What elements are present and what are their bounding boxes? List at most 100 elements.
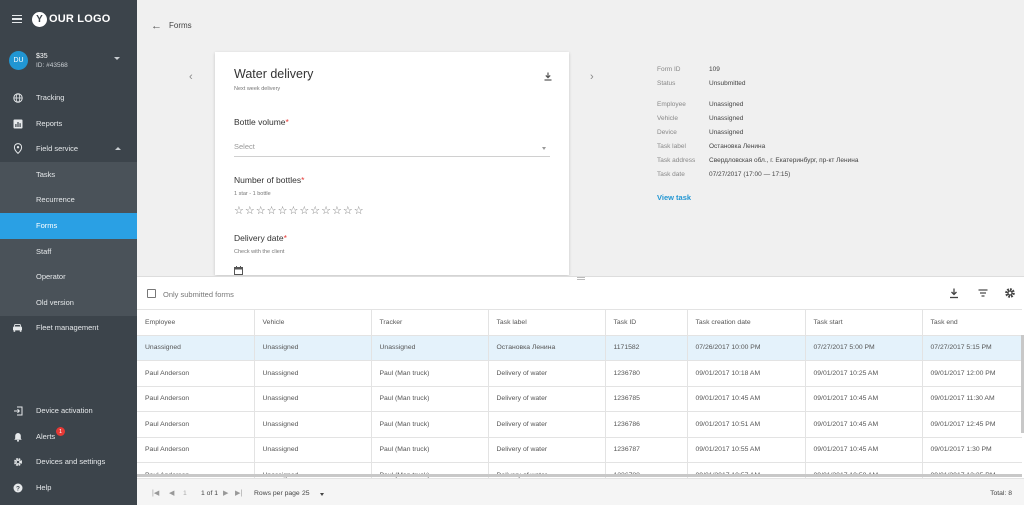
detail-value: 07/27/2017 (17:00 — 17:15) <box>709 171 791 178</box>
page-input[interactable]: 1 <box>183 490 187 497</box>
arrow-left-icon[interactable]: ← <box>151 20 162 32</box>
first-page-icon[interactable]: |◀ <box>152 489 159 497</box>
star-icon[interactable]: ☆ <box>332 206 342 217</box>
chevron-down-icon[interactable] <box>320 493 324 496</box>
sidebar-item-device-activation[interactable]: Device activation <box>0 398 137 424</box>
sidebar-item-alerts[interactable]: Alerts 1 <box>0 424 137 450</box>
sidebar-item-recurrence[interactable]: Recurrence <box>0 187 137 213</box>
star-icon[interactable]: ☆ <box>245 206 255 217</box>
filter-icon[interactable] <box>977 287 989 299</box>
chevron-up-icon <box>115 147 121 150</box>
sidebar-item-tracking[interactable]: Tracking <box>0 85 137 111</box>
table-row[interactable]: Paul AndersonUnassignedPaul (Man truck)D… <box>137 360 1022 387</box>
star-rating[interactable]: ☆ ☆ ☆ ☆ ☆ ☆ ☆ ☆ ☆ ☆ ☆ ☆ <box>234 206 364 217</box>
main-content: ← Forms ‹ › Water delivery Next week del… <box>137 0 1024 505</box>
required-mark: * <box>285 117 289 127</box>
download-icon[interactable] <box>544 72 552 81</box>
sidebar-item-label: Fleet management <box>36 323 99 333</box>
sidebar-item-reports[interactable]: Reports <box>0 111 137 137</box>
settings-icon[interactable] <box>1004 287 1016 299</box>
table-cell: Delivery of water <box>488 360 606 387</box>
sidebar-item-tasks[interactable]: Tasks <box>0 162 137 188</box>
sidebar-item-staff[interactable]: Staff <box>0 239 137 265</box>
star-icon[interactable]: ☆ <box>256 206 266 217</box>
previous-page-icon[interactable]: ◀ <box>169 489 174 497</box>
star-icon[interactable]: ☆ <box>267 206 277 217</box>
sidebar-item-label: Old version <box>36 298 74 308</box>
form-preview-card: Water delivery Next week delivery Bottle… <box>215 52 569 275</box>
column-header[interactable]: Vehicle <box>254 309 372 336</box>
sidebar-item-fleet-management[interactable]: Fleet management <box>0 315 137 341</box>
table-row[interactable]: Paul AndersonUnassignedPaul (Man truck)D… <box>137 386 1022 412</box>
detail-key: Vehicle <box>657 115 678 122</box>
sidebar-item-operator[interactable]: Operator <box>0 264 137 290</box>
menu-icon[interactable] <box>12 15 22 23</box>
table-row[interactable]: Unassigned Unassigned Unassigned Остановка … <box>137 335 1022 361</box>
download-icon[interactable] <box>948 287 960 299</box>
column-header[interactable]: Task end <box>922 309 1022 336</box>
resize-handle[interactable] <box>577 277 585 280</box>
help-icon: ? <box>12 482 23 493</box>
sidebar-item-label: Reports <box>36 119 63 129</box>
column-header[interactable]: Tracker <box>371 309 489 336</box>
detail-key: Task label <box>657 143 686 150</box>
detail-key: Employee <box>657 101 686 108</box>
sidebar-item-help[interactable]: ? Help <box>0 475 137 501</box>
sidebar-item-label: Forms <box>36 221 58 231</box>
delivery-date-label: Delivery date* <box>234 233 287 243</box>
table-cell: Unassigned <box>254 335 372 361</box>
star-icon[interactable]: ☆ <box>354 206 364 217</box>
sidebar-item-label: Devices and settings <box>36 457 106 467</box>
table-cell: 09/01/2017 10:45 AM <box>805 437 923 463</box>
star-icon[interactable]: ☆ <box>343 206 353 217</box>
chevron-down-icon <box>542 147 546 150</box>
star-icon[interactable]: ☆ <box>310 206 320 217</box>
column-header[interactable]: Task start <box>805 309 923 336</box>
table-cell: Delivery of water <box>488 386 606 412</box>
table-cell: Unassigned <box>371 335 489 361</box>
next-page-icon[interactable]: ▶ <box>223 489 228 497</box>
svg-text:?: ? <box>16 485 20 492</box>
previous-form-icon[interactable]: ‹ <box>189 71 193 83</box>
bottle-volume-select[interactable]: Select <box>234 142 550 157</box>
detail-value: 109 <box>709 66 720 73</box>
horizontal-scrollbar[interactable] <box>137 474 1022 477</box>
table-cell: 07/27/2017 5:15 PM <box>922 335 1022 361</box>
sidebar-item-forms[interactable]: Forms <box>0 213 137 239</box>
column-header[interactable]: Employee <box>137 309 255 336</box>
star-icon[interactable]: ☆ <box>278 206 288 217</box>
logo-text: OUR LOGO <box>49 13 111 25</box>
column-header[interactable]: Task ID <box>605 309 688 336</box>
chevron-down-icon[interactable] <box>114 57 120 60</box>
view-task-link[interactable]: View task <box>657 193 691 202</box>
table-row[interactable]: Paul AndersonUnassignedPaul (Man truck)D… <box>137 411 1022 438</box>
user-account[interactable]: DU $35 ID: #43568 <box>0 38 137 82</box>
table-cell: Paul (Man truck) <box>371 411 489 438</box>
field-label-text: Number of bottles <box>234 175 302 185</box>
column-header[interactable]: Task creation date <box>687 309 806 336</box>
table-cell: Unassigned <box>137 335 255 361</box>
detail-value: Unsubmitted <box>709 80 746 87</box>
calendar-icon[interactable] <box>234 266 243 275</box>
rows-per-page-select[interactable]: 25 <box>302 490 310 497</box>
detail-value: Свердловская обл., г. Екатеринбург, пр-к… <box>709 157 859 164</box>
star-icon[interactable]: ☆ <box>288 206 298 217</box>
sidebar-item-field-service[interactable]: Field service <box>0 136 137 162</box>
only-submitted-checkbox[interactable] <box>147 289 156 298</box>
star-icon[interactable]: ☆ <box>299 206 309 217</box>
next-form-icon[interactable]: › <box>590 71 594 83</box>
form-title: Water delivery <box>234 67 314 81</box>
field-label-text: Delivery date <box>234 233 284 243</box>
last-page-icon[interactable]: ▶| <box>235 489 242 497</box>
rows-per-page-label: Rows per page <box>254 490 300 497</box>
star-icon[interactable]: ☆ <box>234 206 244 217</box>
column-header[interactable]: Task label <box>488 309 606 336</box>
detail-key: Device <box>657 129 677 136</box>
table-row[interactable]: Paul AndersonUnassignedPaul (Man truck)D… <box>137 437 1022 463</box>
star-icon[interactable]: ☆ <box>321 206 331 217</box>
account-id: ID: #43568 <box>36 62 68 69</box>
login-icon <box>12 405 23 416</box>
sidebar-item-devices-settings[interactable]: Devices and settings <box>0 449 137 475</box>
table-cell: Paul (Man truck) <box>371 386 489 412</box>
sidebar-item-old-version[interactable]: Old version <box>0 290 137 316</box>
